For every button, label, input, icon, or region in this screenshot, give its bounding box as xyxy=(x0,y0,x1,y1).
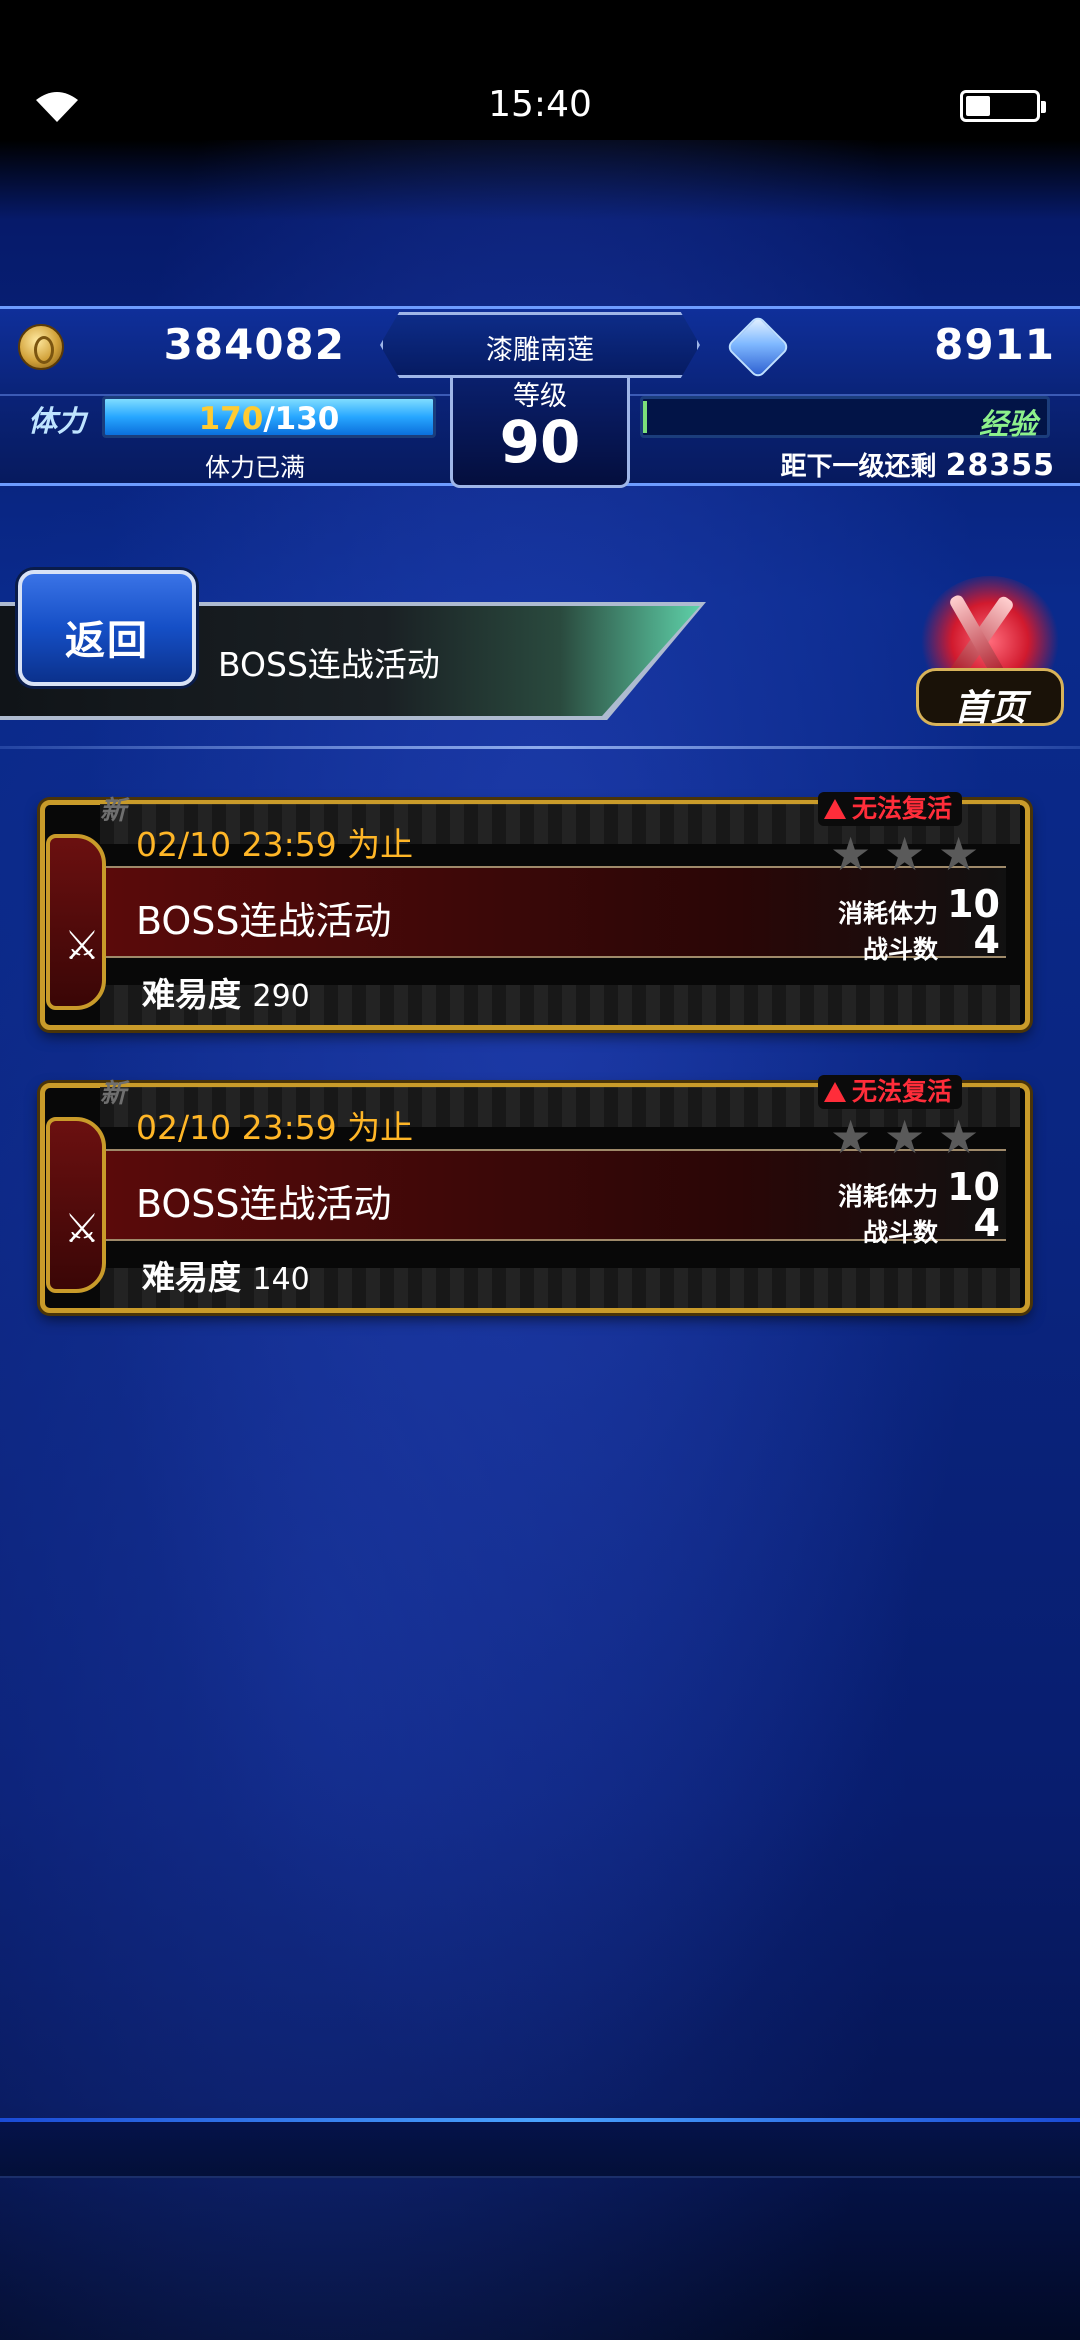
crossed-swords-icon: ⚔ xyxy=(46,834,106,1010)
star-icon: ★ xyxy=(884,827,926,881)
status-bar: 15:40 xyxy=(0,0,1080,140)
back-button-label: 返回 xyxy=(65,618,149,664)
crossed-swords-icon: ⚔ xyxy=(46,1117,106,1293)
battles-label: 战斗数 xyxy=(862,1218,938,1247)
home-button-label: 首页 xyxy=(953,688,1026,729)
new-badge: 新 xyxy=(100,1079,127,1109)
back-button[interactable]: 返回 xyxy=(18,570,196,686)
player-level: 90 xyxy=(499,408,581,476)
gem-amount: 8911 xyxy=(934,320,1055,369)
player-name: 漆雕南莲 xyxy=(486,335,594,366)
home-button[interactable]: 首页 xyxy=(910,576,1070,734)
header-divider xyxy=(0,746,1080,749)
next-level-remaining: 距下一级还剩 28355 xyxy=(780,448,1055,483)
event-card[interactable]: ⚔ 新 02/10 23:59 为止 BOSS连战活动 难易度 290 无法复活… xyxy=(40,790,1030,1035)
stamina-cost-label: 消耗体力 xyxy=(837,1182,938,1211)
player-hud: 384082 8911 体力 170/130 体力已满 经验 距下一级还剩 28… xyxy=(0,300,1080,490)
battles-value: 4 xyxy=(973,1201,1000,1245)
star-icon: ★ xyxy=(884,1110,926,1164)
event-difficulty: 难易度 140 xyxy=(142,1258,310,1297)
battery-icon xyxy=(960,90,1046,122)
battles-label: 战斗数 xyxy=(862,935,938,964)
gil-amount: 384082 xyxy=(163,320,345,369)
stamina-status: 体力已满 xyxy=(204,453,305,482)
battles-value: 4 xyxy=(973,918,1000,962)
event-title: BOSS连战活动 xyxy=(136,1182,392,1226)
bottom-bar xyxy=(0,2122,1080,2178)
star-icon: ★ xyxy=(830,1110,872,1164)
stamina-cost-label: 消耗体力 xyxy=(837,899,938,928)
no-revive-badge: 无法复活 xyxy=(818,792,963,826)
event-card[interactable]: ⚔ 新 02/10 23:59 为止 BOSS连战活动 难易度 140 无法复活… xyxy=(40,1073,1030,1318)
stamina-label: 体力 xyxy=(28,404,87,438)
no-revive-badge: 无法复活 xyxy=(818,1075,963,1109)
event-deadline: 02/10 23:59 为止 xyxy=(136,825,414,864)
difficulty-stars: ★ ★ ★ xyxy=(830,827,1010,881)
star-icon: ★ xyxy=(938,1110,980,1164)
battery-level xyxy=(966,96,990,116)
difficulty-stars: ★ ★ ★ xyxy=(830,1110,1010,1164)
status-time: 15:40 xyxy=(488,84,592,125)
page-title: BOSS连战活动 xyxy=(218,645,440,684)
new-badge: 新 xyxy=(100,796,127,826)
player-level-plate: 漆雕南莲 等级 90 xyxy=(370,308,710,488)
gil-coin-icon xyxy=(18,324,64,370)
star-icon: ★ xyxy=(830,827,872,881)
event-deadline: 02/10 23:59 为止 xyxy=(136,1108,414,1147)
event-difficulty: 难易度 290 xyxy=(142,975,310,1014)
exp-label: 经验 xyxy=(978,407,1037,441)
warning-icon xyxy=(824,799,846,819)
star-icon: ★ xyxy=(938,827,980,881)
warning-icon xyxy=(824,1082,846,1102)
event-title: BOSS连战活动 xyxy=(136,899,392,943)
